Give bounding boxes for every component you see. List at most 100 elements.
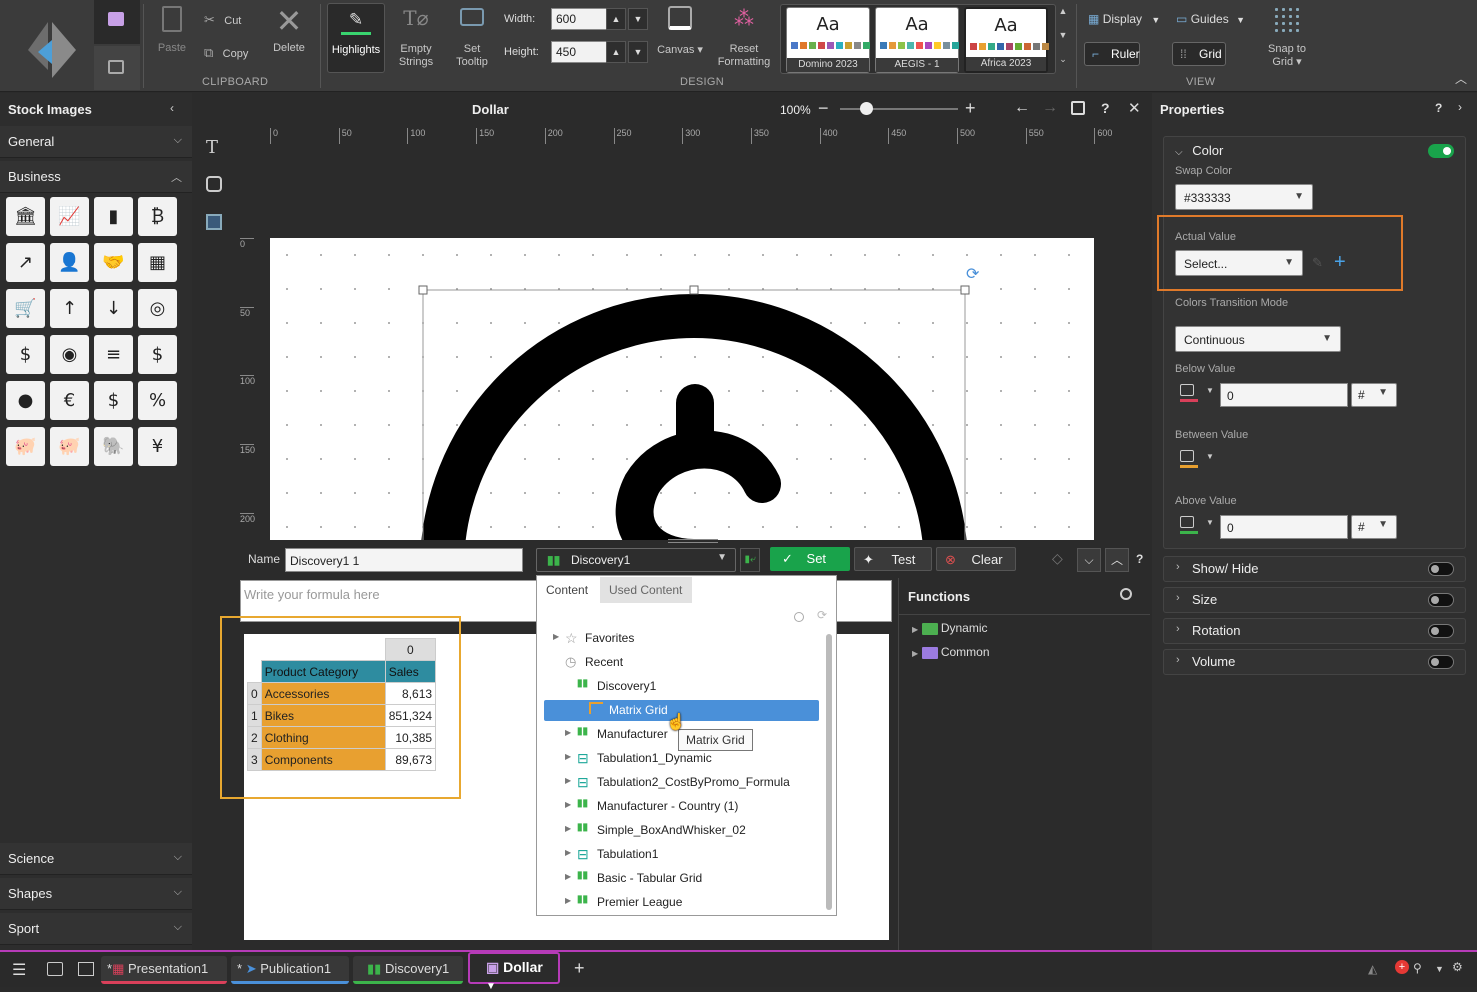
swap-color-select[interactable]: #333333 ▼ <box>1175 184 1313 210</box>
money-bag-icon[interactable]: $ <box>94 381 133 420</box>
cart-icon[interactable]: 🛒 <box>6 289 45 328</box>
rotate-handle-icon[interactable]: ⟳ <box>966 264 979 284</box>
image-tool-icon[interactable] <box>206 214 222 230</box>
properties-collapse-icon[interactable]: › <box>1458 100 1462 114</box>
properties-help-icon[interactable]: ? <box>1435 101 1442 115</box>
redo-arrow-icon[interactable]: → <box>1042 99 1058 117</box>
tab-used-content[interactable]: Used Content <box>600 577 692 603</box>
tree-item[interactable]: ▶ ⊟ Tabulation1 <box>545 843 819 865</box>
businessman-icon[interactable]: 👤 <box>50 243 89 282</box>
section-rotation[interactable]: › Rotation <box>1163 618 1466 644</box>
handshake-icon[interactable]: 🤝 <box>94 243 133 282</box>
growth-arrow-icon[interactable]: ↑ <box>50 289 89 328</box>
shape-tool-icon[interactable] <box>206 176 222 192</box>
formula-help-icon[interactable]: ? <box>1136 552 1143 566</box>
paste-button[interactable]: Paste <box>152 6 192 62</box>
file-browser-icon[interactable] <box>47 962 63 976</box>
bitcoin-icon[interactable]: ₿ <box>138 197 177 236</box>
between-color-picker[interactable]: ▼ <box>1180 450 1216 470</box>
presentation-icon[interactable] <box>78 962 94 976</box>
picker-scrollbar[interactable] <box>826 634 832 910</box>
status-logo-icon[interactable]: ◭ <box>1368 962 1377 976</box>
stock-image-mode-button[interactable] <box>94 0 140 44</box>
splitter-handle[interactable] <box>668 539 718 543</box>
tab-dollar[interactable]: ▣ Dollar ▼ <box>468 952 560 992</box>
empty-strings-button[interactable]: T⌀ Empty Strings <box>392 6 440 70</box>
section-volume[interactable]: › Volume <box>1163 649 1466 675</box>
tree-item[interactable]: ▶ ▮▮ Simple_BoxAndWhisker_02 <box>545 819 819 841</box>
color-section-header[interactable]: ⌵ Color <box>1175 143 1223 158</box>
actual-value-select[interactable]: Select... ▼ <box>1175 250 1303 276</box>
height-up-button[interactable]: ▲ <box>606 41 626 63</box>
tree-item[interactable]: ◷ Recent <box>545 651 819 673</box>
copy-button[interactable]: ⧉ Copy <box>204 45 260 63</box>
decline-arrow-icon[interactable]: ↓ <box>94 289 133 328</box>
bank-icon[interactable]: 🏛 <box>6 197 45 236</box>
new-tab-plus-icon[interactable]: + <box>574 958 585 979</box>
theme-aegis-1[interactable]: Aa AEGIS - 1 <box>875 7 959 73</box>
yen-icon[interactable]: ¥ <box>138 427 177 466</box>
dropdown-arrow-icon[interactable]: ▼ <box>1435 964 1444 974</box>
percent-icon[interactable]: % <box>138 381 177 420</box>
function-dynamic[interactable]: ▶ Dynamic <box>912 621 988 635</box>
height-input[interactable]: 450 <box>551 41 613 63</box>
refresh-icon[interactable]: ⟳ <box>817 608 827 622</box>
transition-mode-select[interactable]: Continuous ▼ <box>1175 326 1341 352</box>
stack-icon[interactable]: ≡ <box>94 335 133 374</box>
tab-presentation1[interactable]: *▦ Presentation1 <box>101 956 227 984</box>
app-logo[interactable] <box>8 10 88 80</box>
above-format-select[interactable]: # ▼ <box>1351 515 1397 539</box>
dollar-circle-icon[interactable]: $ <box>138 335 177 374</box>
tree-item[interactable]: ▶ ▮▮ Manufacturer - Country (1) <box>545 795 819 817</box>
delete-button[interactable]: ✕ Delete <box>268 5 310 62</box>
tree-item[interactable]: ▮▮ Discovery1 <box>545 675 819 697</box>
show-hide-toggle[interactable] <box>1428 562 1454 576</box>
section-science[interactable]: Science ⌵ <box>0 843 192 875</box>
snap-to-grid-button[interactable]: Snap to Grid ▾ <box>1258 6 1316 70</box>
image-mode-button[interactable] <box>94 46 140 90</box>
dollar-coin-icon[interactable]: ● <box>6 381 45 420</box>
clear-button[interactable]: ⊗ Clear <box>936 547 1016 571</box>
coins-icon[interactable]: ◉ <box>50 335 89 374</box>
add-plus-icon[interactable]: + <box>1334 251 1346 274</box>
rotation-toggle[interactable] <box>1428 624 1454 638</box>
close-icon[interactable]: ✕ <box>1128 99 1141 117</box>
section-business[interactable]: Business ︿ <box>0 161 192 193</box>
color-toggle[interactable] <box>1428 144 1454 158</box>
tab-content[interactable]: Content <box>538 577 598 603</box>
functions-search-icon[interactable] <box>1120 588 1132 600</box>
reset-formatting-button[interactable]: ⁂ Reset Formatting <box>714 6 774 70</box>
insert-content-button[interactable]: ▮⤶ <box>740 548 760 572</box>
calculator-icon[interactable]: ▦ <box>138 243 177 282</box>
display-dropdown[interactable]: ▦ Display ▼ <box>1088 12 1168 30</box>
function-common[interactable]: ▶ Common <box>912 645 990 659</box>
cut-button[interactable]: ✂ Cut <box>204 12 254 30</box>
theme-scroll-up-button[interactable]: ▲ <box>1056 6 1070 26</box>
edit-pencil-icon[interactable]: ✎ <box>1312 255 1323 271</box>
undo-arrow-icon[interactable]: ← <box>1014 99 1030 117</box>
above-value-input[interactable]: 0 <box>1220 515 1348 539</box>
zoom-slider[interactable] <box>840 102 958 115</box>
euro-icon[interactable]: € <box>50 381 89 420</box>
zoom-slider-thumb[interactable] <box>860 102 873 115</box>
below-value-input[interactable]: 0 <box>1220 383 1348 407</box>
tree-item[interactable]: ▶ ▮▮ Basic - Tabular Grid <box>545 867 819 889</box>
canvas-button[interactable]: Canvas ▾ <box>656 6 704 62</box>
growth-chart-icon[interactable]: ↗ <box>6 243 45 282</box>
width-input[interactable]: 600 <box>551 8 613 30</box>
chart-up-icon[interactable]: 📈 <box>50 197 89 236</box>
below-color-picker[interactable]: ▼ <box>1180 384 1216 404</box>
text-tool-icon[interactable]: T <box>206 137 218 158</box>
move-down-button[interactable]: ⌵ <box>1077 548 1101 572</box>
size-toggle[interactable] <box>1428 593 1454 607</box>
settings-icon[interactable]: ⚙ <box>1452 960 1463 974</box>
move-up-button[interactable]: ︿ <box>1105 548 1129 572</box>
piggy-bank-icon[interactable]: 🐖 <box>6 427 45 466</box>
zoom-in-button[interactable]: + <box>965 98 976 119</box>
elephant-icon[interactable]: 🐘 <box>94 427 133 466</box>
theme-domino-2023[interactable]: Aa Domino 2023 <box>786 7 870 73</box>
theme-expand-button[interactable]: ⌄ <box>1056 54 1070 72</box>
money-icon[interactable]: $ <box>6 335 45 374</box>
set-button[interactable]: ✓ Set <box>770 547 850 571</box>
width-down-button[interactable]: ▼ <box>628 8 648 30</box>
